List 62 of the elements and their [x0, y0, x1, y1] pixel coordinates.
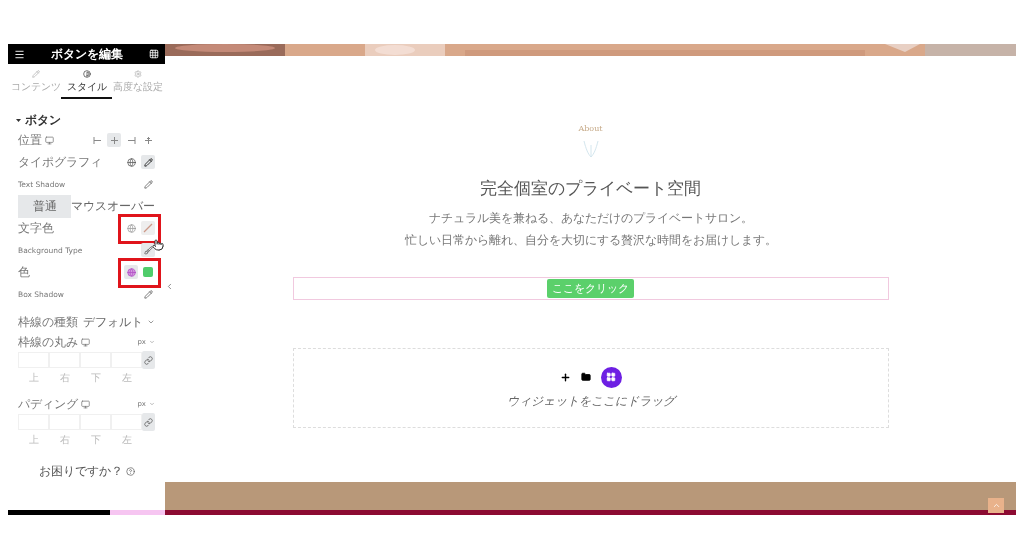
globe-icon[interactable] — [124, 155, 138, 169]
dimension-input[interactable] — [111, 352, 142, 368]
side-label: 左 — [120, 433, 133, 447]
side-label: 下 — [89, 433, 102, 447]
link-icon[interactable] — [142, 351, 155, 369]
help-icon[interactable] — [125, 467, 135, 476]
gear-icon — [133, 69, 142, 78]
paragraph: ナチュラル美を兼ねる、あなただけのプライベートサロン。 — [428, 210, 753, 227]
row-label: タイポグラフィ — [18, 153, 102, 171]
globe-icon[interactable] — [124, 265, 138, 279]
align-option[interactable] — [107, 133, 121, 147]
state-tab[interactable]: マウスオーバー — [71, 194, 155, 218]
grid-icon — [606, 372, 616, 382]
collapse-icon[interactable] — [165, 282, 174, 291]
edit-icon[interactable] — [141, 177, 155, 191]
row-label: 位置 — [18, 131, 42, 149]
section-title[interactable]: ボタン — [25, 111, 61, 129]
side-label: 右 — [58, 371, 71, 385]
edit-icon[interactable] — [141, 287, 155, 301]
border-type-select[interactable]: デフォルト — [83, 314, 155, 330]
no-color-swatch[interactable] — [141, 221, 155, 235]
panel-tab[interactable]: スタイル — [61, 66, 112, 99]
dimension-input[interactable] — [111, 414, 142, 430]
pencil-icon — [31, 69, 40, 78]
folder-icon[interactable] — [580, 372, 591, 382]
row-label: 枠線の種類 — [18, 313, 78, 331]
monitor-icon — [45, 135, 54, 145]
chevron-up-icon — [991, 501, 1001, 510]
monitor-icon — [81, 399, 90, 409]
row-label: 枠線の丸み — [18, 333, 78, 351]
align-icon — [92, 135, 102, 145]
align-icon — [126, 135, 136, 145]
align-icon — [109, 135, 119, 145]
panel-title: ボタンを編集 — [51, 45, 123, 63]
row-label: 文字色 — [18, 219, 54, 237]
globe-icon[interactable] — [124, 221, 138, 235]
drop-hint: ウィジェットをここにドラッグ — [506, 392, 675, 410]
side-label: 左 — [120, 371, 133, 385]
menu-icon[interactable] — [14, 48, 25, 60]
state-tab[interactable]: 普通 — [18, 194, 71, 218]
section-caret-icon[interactable] — [16, 117, 21, 123]
link-icon[interactable] — [142, 413, 155, 431]
caret-icon — [147, 318, 155, 326]
paragraph: 忙しい日常から離れ、自分を大切にする贅沢な時間をお届けします。 — [404, 232, 777, 249]
row-label: パディング — [18, 395, 78, 413]
caret-icon[interactable] — [149, 401, 155, 407]
edit-icon[interactable] — [141, 155, 155, 169]
contrast-icon — [82, 69, 91, 78]
color-swatch[interactable] — [141, 265, 155, 279]
brush-icon[interactable] — [141, 243, 155, 257]
align-icon — [143, 135, 153, 145]
grid-icon[interactable] — [149, 49, 159, 59]
monitor-icon — [81, 337, 90, 347]
side-label: 右 — [58, 433, 71, 447]
side-label: 下 — [89, 371, 102, 385]
section-heading: 完全個室のプライベート空間 — [480, 177, 701, 200]
help-link[interactable]: お困りですか？ — [38, 463, 123, 480]
caret-icon[interactable] — [149, 339, 155, 345]
widgets-button[interactable] — [600, 366, 622, 388]
row-label: 色 — [18, 263, 30, 281]
section-eyebrow: About — [578, 124, 603, 133]
plus-icon[interactable] — [559, 371, 571, 383]
